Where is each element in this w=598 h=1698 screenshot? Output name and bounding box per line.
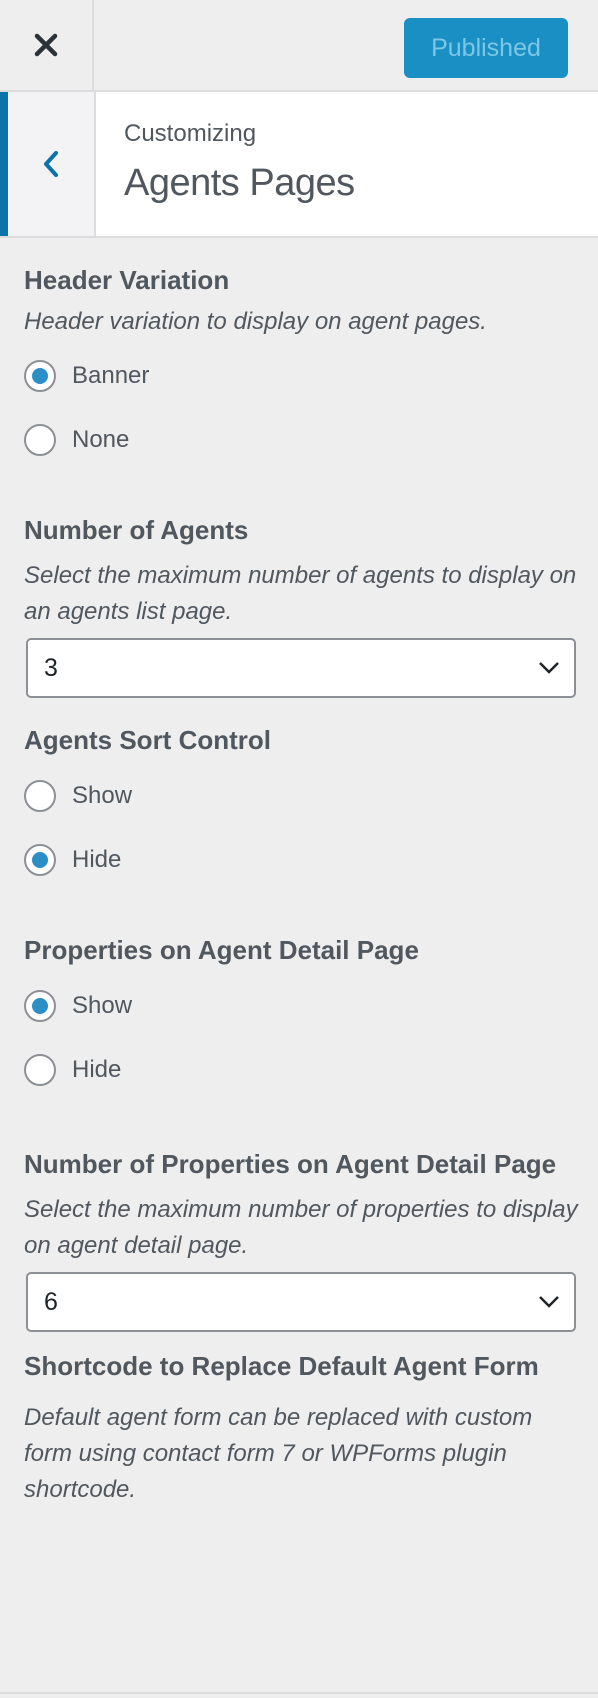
customizer-topbar: Published [0, 0, 598, 92]
control-description: Select the maximum number of agents to d… [24, 562, 577, 625]
select-value: 6 [44, 1287, 58, 1316]
number-of-properties-control: Number of Properties on Agent Detail Pag… [24, 1140, 580, 1332]
select-value: 3 [44, 653, 58, 682]
radio-unchecked[interactable] [24, 424, 56, 456]
control-title: Number of Properties on Agent Detail Pag… [24, 1149, 557, 1179]
radio-option-show[interactable]: Show [24, 764, 580, 828]
radio-option-hide[interactable]: Hide [24, 1038, 580, 1102]
radio-option-banner[interactable]: Banner [24, 344, 580, 408]
control-description: Header variation to display on agent pag… [24, 308, 487, 335]
control-title: Shortcode to Replace Default Agent Form [24, 1351, 539, 1381]
radio-checked[interactable] [24, 990, 56, 1022]
number-of-agents-control: Number of Agents Select the maximum numb… [24, 506, 580, 698]
chevron-left-icon [44, 151, 58, 177]
radio-label: None [72, 426, 130, 453]
radio-option-show[interactable]: Show [24, 974, 580, 1038]
shortcode-form-control: Shortcode to Replace Default Agent Form … [24, 1342, 580, 1508]
number-of-agents-select[interactable]: 3 [26, 638, 576, 698]
chevron-down-icon [539, 662, 559, 674]
close-icon [34, 33, 58, 57]
radio-label: Hide [72, 1056, 122, 1083]
control-title: Number of Agents [24, 515, 249, 545]
agents-sort-control: Agents Sort Control Show Hide [24, 716, 580, 892]
radio-checked[interactable] [24, 844, 56, 876]
divider [0, 1692, 598, 1694]
radio-label: Hide [72, 846, 122, 873]
chevron-down-icon [539, 1296, 559, 1308]
control-title: Properties on Agent Detail Page [24, 935, 419, 965]
close-button[interactable] [0, 0, 94, 90]
number-of-properties-select[interactable]: 6 [26, 1272, 576, 1332]
radio-option-none[interactable]: None [24, 408, 580, 472]
back-button[interactable] [0, 92, 96, 236]
control-title: Header Variation [24, 265, 230, 295]
publish-button[interactable]: Published [404, 18, 568, 78]
controls-panel: Header Variation Header variation to dis… [24, 238, 580, 1508]
radio-label: Banner [72, 362, 150, 389]
radio-label: Show [72, 782, 133, 809]
control-description: Default agent form can be replaced with … [24, 1404, 533, 1503]
header-variation-control: Header Variation Header variation to dis… [24, 256, 580, 472]
properties-on-agent-detail-control: Properties on Agent Detail Page Show Hid… [24, 926, 580, 1102]
control-description: Select the maximum number of properties … [24, 1196, 578, 1259]
radio-unchecked[interactable] [24, 1054, 56, 1086]
radio-unchecked[interactable] [24, 780, 56, 812]
radio-label: Show [72, 992, 133, 1019]
radio-checked[interactable] [24, 360, 56, 392]
radio-option-hide[interactable]: Hide [24, 828, 580, 892]
control-title: Agents Sort Control [24, 725, 271, 755]
section-title: Agents Pages [124, 162, 355, 204]
section-header: Customizing Agents Pages [0, 92, 598, 238]
customizing-label: Customizing [124, 120, 257, 147]
